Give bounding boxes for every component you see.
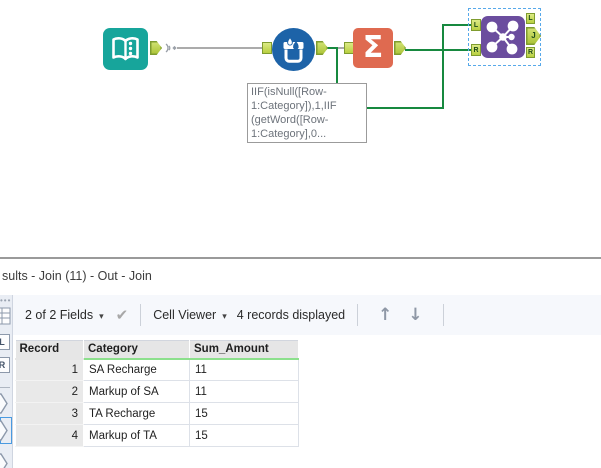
summarize-tool[interactable]: Σ: [353, 28, 393, 68]
open-book-icon: [112, 37, 139, 61]
sum-amount-cell[interactable]: 11: [189, 380, 299, 403]
sum-amount-cell[interactable]: 11: [189, 358, 299, 381]
column-header-category[interactable]: Category: [83, 340, 190, 360]
multi-row-formula-tool[interactable]: [272, 28, 315, 71]
record-cell[interactable]: 1: [15, 358, 84, 381]
grip-dots-icon: •••: [0, 296, 12, 305]
output-anchor-chevron-icon-selected[interactable]: [0, 420, 8, 441]
category-cell[interactable]: TA Recharge: [83, 402, 190, 425]
fields-dropdown[interactable]: 2 of 2 Fields: [25, 308, 93, 322]
chevron-down-icon[interactable]: ▾: [222, 311, 227, 322]
records-displayed-label: 4 records displayed: [236, 308, 346, 322]
alteryx-window: Σ L R L J R IIF(isNull([Row- 1:Category]…: [0, 0, 601, 468]
join-output-anchor-left[interactable]: L: [526, 13, 535, 24]
input-data-tool[interactable]: [103, 28, 148, 70]
category-cell[interactable]: Markup of TA: [83, 424, 190, 447]
toolbar-divider: [357, 304, 359, 326]
toolbar-divider: [140, 304, 142, 326]
join-output-anchor-right[interactable]: R: [526, 47, 535, 58]
table-row: 2 Markup of SA 11: [15, 380, 299, 403]
sum-amount-cell[interactable]: 15: [189, 424, 299, 447]
column-header-sum-amount[interactable]: Sum_Amount: [189, 340, 299, 360]
results-toolbar: 2 of 2 Fields ▾ ✔ Cell Viewer ▾ 4 record…: [0, 295, 601, 335]
formula-input-anchor[interactable]: [262, 42, 272, 54]
table-row: 1 SA Recharge 11: [15, 358, 299, 381]
input-output-anchor[interactable]: [150, 41, 162, 55]
right-input-anchor-button[interactable]: R: [0, 357, 10, 373]
tool-annotation[interactable]: IIF(isNull([Row- 1:Category]),1,IIF (get…: [247, 83, 367, 143]
connection-input-to-formula[interactable]: [177, 47, 263, 49]
column-header-record[interactable]: Record: [15, 340, 84, 360]
results-panel: sults - Join (11) - Out - Join 2 of 2 Fi…: [0, 257, 601, 468]
category-cell[interactable]: Markup of SA: [83, 380, 190, 403]
summarize-output-anchor[interactable]: [394, 41, 406, 55]
toolbar-divider: [442, 304, 444, 326]
connection-summarize-to-join[interactable]: [405, 49, 472, 51]
data-grid-icon[interactable]: [0, 307, 11, 325]
sigma-icon: Σ: [362, 30, 384, 65]
wireless-connection-icon: [165, 43, 177, 53]
scroll-up-icon[interactable]: ↑: [378, 305, 392, 325]
record-cell[interactable]: 3: [15, 402, 84, 425]
table-row: 3 TA Recharge 15: [15, 402, 299, 425]
join-network-icon: [486, 20, 519, 55]
table-row: 4 Markup of TA 15: [15, 424, 299, 447]
record-cell[interactable]: 2: [15, 380, 84, 403]
record-cell[interactable]: 4: [15, 424, 84, 447]
sum-amount-cell[interactable]: 15: [189, 402, 299, 425]
join-input-anchor-right[interactable]: R: [471, 44, 481, 56]
cell-viewer-dropdown[interactable]: Cell Viewer: [153, 308, 216, 322]
header-row: Record Category Sum_Amount: [15, 340, 299, 360]
results-data-grid: Record Category Sum_Amount 1 SA Recharge…: [15, 340, 299, 447]
left-input-anchor-button[interactable]: L: [0, 334, 10, 350]
apply-check-icon[interactable]: ✔: [116, 306, 129, 324]
chevron-down-icon[interactable]: ▾: [99, 311, 104, 322]
output-anchor-chevron-icon[interactable]: [0, 393, 8, 414]
join-tool[interactable]: [481, 16, 525, 58]
connection-formula-to-join-seg4[interactable]: [442, 24, 444, 109]
join-input-anchor-left[interactable]: L: [471, 19, 481, 31]
strip-divider: [0, 387, 10, 388]
output-anchor-chevron-icon[interactable]: [0, 453, 8, 468]
formula-beaker-icon: [283, 36, 304, 63]
formula-output-anchor[interactable]: [316, 41, 328, 55]
results-panel-title: sults - Join (11) - Out - Join: [2, 269, 152, 283]
category-cell[interactable]: SA Recharge: [83, 358, 190, 381]
connection-anchor-strip: ••• L R: [0, 295, 13, 468]
scroll-down-icon[interactable]: ↓: [408, 305, 422, 325]
